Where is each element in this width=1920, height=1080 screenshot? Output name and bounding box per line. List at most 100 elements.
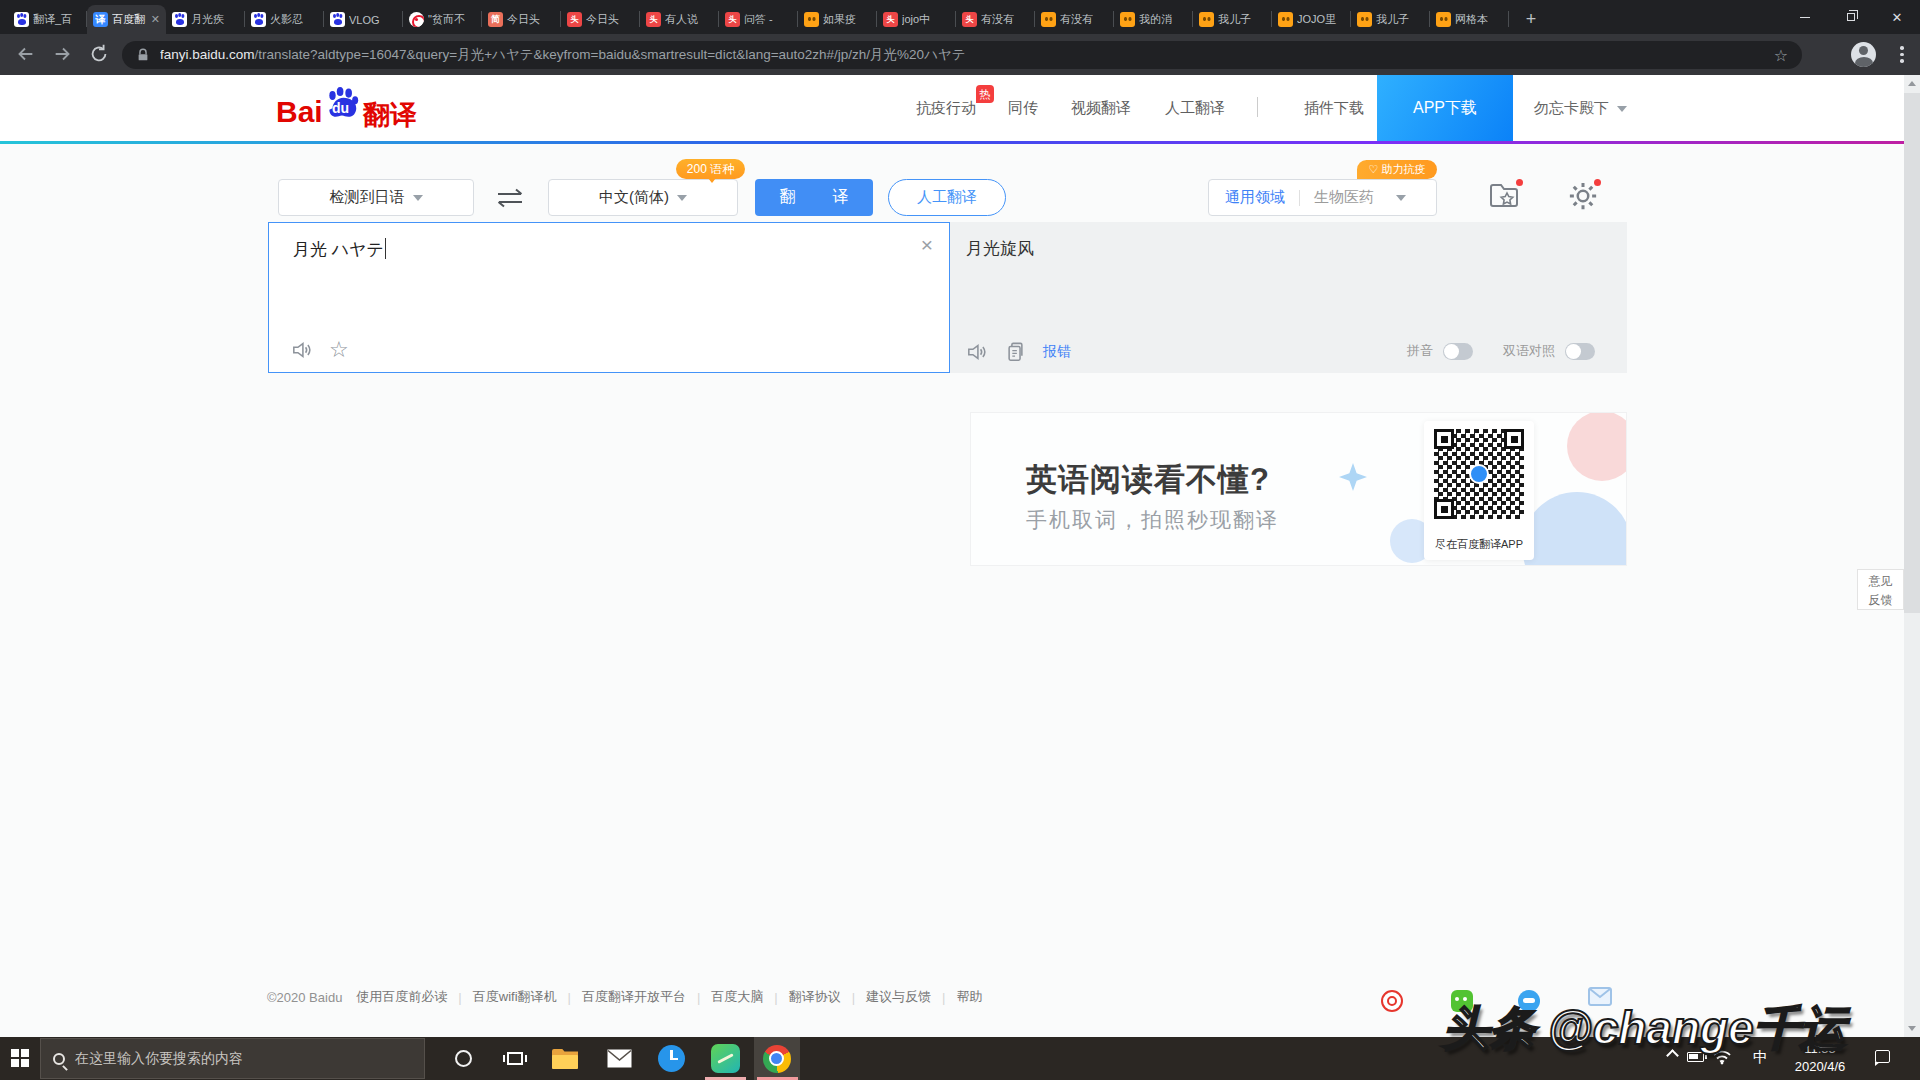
bookmark-star-icon[interactable]: ☆ bbox=[1774, 46, 1788, 65]
browser-tab[interactable]: 头有没有 bbox=[956, 5, 1035, 34]
bilingual-toggle[interactable] bbox=[1565, 343, 1595, 360]
browser-tab[interactable]: VLOG bbox=[324, 5, 403, 34]
copy-icon[interactable] bbox=[1006, 342, 1025, 362]
app-promo-banner[interactable]: 英语阅读看不懂? 手机取词，拍照秒现翻译 尽在百度翻译APP bbox=[971, 413, 1626, 565]
app-download-button[interactable]: APP下载 bbox=[1377, 75, 1513, 141]
swap-languages-icon[interactable] bbox=[494, 187, 526, 209]
weibo-icon[interactable] bbox=[1381, 990, 1403, 1012]
domain-select[interactable]: 通用领域 生物医药 bbox=[1208, 179, 1437, 216]
footer-link[interactable]: 翻译协议 bbox=[789, 988, 841, 1006]
phrasebook-folder-icon[interactable] bbox=[1488, 181, 1520, 209]
scroll-up-arrow[interactable] bbox=[1908, 81, 1916, 86]
window-minimize-button[interactable] bbox=[1782, 0, 1828, 34]
browser-tab[interactable]: 我儿子 bbox=[1351, 5, 1430, 34]
footer-separator: | bbox=[942, 990, 945, 1005]
footer-link[interactable]: 百度wifi翻译机 bbox=[473, 988, 557, 1006]
refresh-icon[interactable] bbox=[88, 43, 110, 65]
speaker-icon[interactable] bbox=[291, 340, 313, 360]
nav-simultaneous[interactable]: 同传 bbox=[1008, 99, 1038, 118]
source-text[interactable]: 月光 ハヤテ bbox=[293, 238, 386, 261]
tieba-favicon bbox=[1120, 12, 1135, 27]
toutiao-favicon: 头 bbox=[725, 12, 740, 27]
report-error-link[interactable]: 报错 bbox=[1043, 343, 1071, 361]
back-icon[interactable] bbox=[14, 43, 36, 65]
nav-plugin-download[interactable]: 插件下载 bbox=[1304, 99, 1364, 118]
footer-separator: | bbox=[774, 990, 777, 1005]
footer-link[interactable]: 帮助 bbox=[956, 988, 982, 1006]
browser-tab[interactable]: 简今日头 bbox=[482, 5, 561, 34]
footer-link[interactable]: 百度大脑 bbox=[711, 988, 763, 1006]
tieba-favicon bbox=[1041, 12, 1056, 27]
source-language-select[interactable]: 检测到日语 bbox=[278, 179, 474, 216]
user-menu[interactable]: 勿忘卡殿下 bbox=[1534, 99, 1627, 118]
tab-title: 我的消 bbox=[1139, 12, 1187, 27]
window-close-button[interactable]: ✕ bbox=[1874, 0, 1920, 34]
action-center-icon[interactable] bbox=[1875, 1050, 1890, 1063]
translate-button[interactable]: 翻 译 bbox=[755, 179, 873, 216]
chrome-app-icon[interactable] bbox=[754, 1037, 800, 1080]
human-translate-button[interactable]: 人工翻译 bbox=[888, 179, 1006, 216]
speaker-icon[interactable] bbox=[966, 342, 988, 362]
footer-link[interactable]: 百度翻译开放平台 bbox=[582, 988, 686, 1006]
browser-tab[interactable]: 我儿子 bbox=[1193, 5, 1272, 34]
window-restore-button[interactable] bbox=[1828, 0, 1874, 34]
tab-close-icon[interactable]: ✕ bbox=[151, 13, 160, 26]
browser-tab[interactable]: 头jojo中 bbox=[877, 5, 956, 34]
page-scrollbar[interactable] bbox=[1904, 75, 1920, 1037]
browser-tab[interactable]: 头有人说 bbox=[640, 5, 719, 34]
browser-tab[interactable]: 火影忍 bbox=[245, 5, 324, 34]
browser-tab[interactable]: 头问答 - bbox=[719, 5, 798, 34]
tab-title: 翻译_百 bbox=[33, 12, 81, 27]
file-explorer-icon[interactable] bbox=[542, 1037, 588, 1080]
tab-title: 今日头 bbox=[507, 12, 555, 27]
browser-tab[interactable]: JOJO里 bbox=[1272, 5, 1351, 34]
start-button[interactable] bbox=[11, 1049, 29, 1067]
scrollbar-thumb[interactable] bbox=[1904, 93, 1920, 613]
scroll-down-arrow[interactable] bbox=[1908, 1026, 1916, 1031]
clock-app-icon[interactable] bbox=[648, 1037, 694, 1080]
browser-menu-icon[interactable] bbox=[1900, 42, 1904, 67]
address-bar[interactable]: fanyi.baidu.com/translate?aldtype=16047&… bbox=[122, 41, 1802, 69]
profile-avatar[interactable] bbox=[1851, 42, 1876, 67]
translation-result-panel: 月光旋风 报错 拼音 双语对照 bbox=[950, 222, 1627, 373]
new-tab-button[interactable]: + bbox=[1517, 5, 1545, 34]
cortana-button[interactable] bbox=[440, 1037, 486, 1080]
footer-separator: | bbox=[458, 990, 461, 1005]
nav-covid-action[interactable]: 抗疫行动 bbox=[916, 99, 976, 118]
source-text-panel[interactable]: 月光 ハヤテ × ☆ bbox=[268, 222, 950, 373]
tab-title: 问答 - bbox=[744, 12, 792, 27]
footer-link[interactable]: 建议与反馈 bbox=[866, 988, 931, 1006]
pinyin-toggle[interactable] bbox=[1443, 343, 1473, 360]
toutiao-favicon: 头 bbox=[883, 12, 898, 27]
nav-human-translate[interactable]: 人工翻译 bbox=[1165, 99, 1225, 118]
tieba-favicon bbox=[1436, 12, 1451, 27]
clear-input-icon[interactable]: × bbox=[921, 233, 933, 257]
browser-tab[interactable]: 头今日头 bbox=[561, 5, 640, 34]
browser-tab[interactable]: 如果疫 bbox=[798, 5, 877, 34]
tab-title: JOJO里 bbox=[1297, 12, 1345, 27]
wechat-app-icon[interactable] bbox=[702, 1037, 748, 1080]
footer-link[interactable]: 使用百度前必读 bbox=[356, 988, 447, 1006]
search-placeholder: 在这里输入你要搜索的内容 bbox=[75, 1050, 243, 1068]
browser-tab[interactable]: 月光疾 bbox=[166, 5, 245, 34]
date: 2020/4/6 bbox=[1782, 1058, 1858, 1076]
favorite-star-icon[interactable]: ☆ bbox=[329, 339, 349, 361]
nav-video-translate[interactable]: 视频翻译 bbox=[1071, 99, 1131, 118]
covid-support-badge: ♡助力抗疫 bbox=[1357, 160, 1437, 179]
browser-tab[interactable]: 我的消 bbox=[1114, 5, 1193, 34]
browser-tab[interactable]: 网格本 bbox=[1430, 5, 1509, 34]
baidu-fanyi-logo[interactable]: Bai du 翻译 bbox=[276, 89, 466, 131]
forward-icon[interactable] bbox=[52, 43, 74, 65]
mail-app-icon[interactable] bbox=[596, 1037, 642, 1080]
header-gradient-line bbox=[0, 141, 1920, 144]
browser-tab[interactable]: "贫而不 bbox=[403, 5, 482, 34]
browser-tab[interactable]: 译百度翻✕ bbox=[87, 5, 166, 34]
footer-separator: | bbox=[568, 990, 571, 1005]
browser-tab[interactable]: 翻译_百 bbox=[8, 5, 87, 34]
browser-tab[interactable]: 有没有 bbox=[1035, 5, 1114, 34]
feedback-button[interactable]: 意见反馈 bbox=[1857, 569, 1904, 610]
taskbar-search-box[interactable]: 在这里输入你要搜索的内容 bbox=[40, 1038, 425, 1079]
target-language-select[interactable]: 中文(简体) bbox=[548, 179, 738, 216]
task-view-button[interactable] bbox=[492, 1037, 538, 1080]
settings-gear-icon[interactable] bbox=[1568, 181, 1598, 211]
